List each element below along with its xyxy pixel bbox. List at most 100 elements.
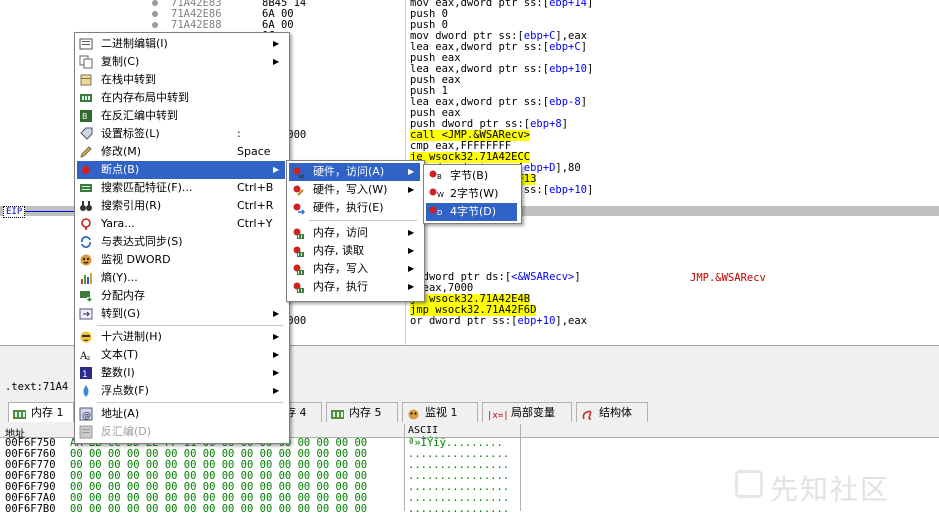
menu-item-11[interactable]: 与表达式同步(S) xyxy=(77,233,285,251)
menu-item-label: 十六进制(H) xyxy=(101,330,162,343)
menu-item-8[interactable]: 搜索匹配特征(F)... Ctrl+B xyxy=(77,179,285,197)
menu-item-label: 浮点数(F) xyxy=(101,384,149,397)
integer-icon: 1 xyxy=(79,366,93,380)
bp-submenu-item-1[interactable]: 硬件，写入(W) ▶ xyxy=(289,181,420,199)
bp-submenu-item-4[interactable]: 内存, 读取 ▶ xyxy=(289,242,420,260)
breakpoint-submenu: 硬件，访问(A) ▶ 硬件，写入(W) ▶ 硬件，执行(E) 内存，访问 ▶ 内存, 读取 ▶ 内… xyxy=(286,160,425,302)
size-submenu-item-2[interactable]: D 4字节(D) xyxy=(426,203,517,221)
disasm-goto-icon: B xyxy=(79,109,93,123)
size-badge: D xyxy=(437,209,443,217)
menu-item-13[interactable]: 熵(Y)... xyxy=(77,269,285,287)
submenu-arrow-icon: ▶ xyxy=(273,332,280,341)
size-submenu-item-1[interactable]: W 2字节(W) xyxy=(426,185,517,203)
stack-goto-icon xyxy=(79,73,93,87)
submenu-arrow-icon: ▶ xyxy=(408,246,415,255)
tab-struct[interactable]: 结构体 xyxy=(576,402,648,422)
menu-item-19[interactable]: 浮点数(F) ▶ xyxy=(77,382,285,400)
struct-icon xyxy=(581,407,594,420)
bp-submenu-item-5[interactable]: 内存，写入 ▶ xyxy=(289,260,420,278)
menu-item-shortcut: Ctrl+R xyxy=(237,199,274,212)
memory-icon xyxy=(331,407,344,419)
menu-item-0[interactable]: 二进制编辑(I) ▶ xyxy=(77,35,285,53)
menu-item-label: Yara... xyxy=(101,217,135,230)
watch-icon xyxy=(407,407,420,420)
submenu-arrow-icon: ▶ xyxy=(408,185,415,194)
submenu-arrow-icon: ▶ xyxy=(273,350,280,359)
menu-item-16[interactable]: 十六进制(H) ▶ xyxy=(77,328,285,346)
svg-text:@: @ xyxy=(82,411,91,421)
menu-item-9[interactable]: 搜索引用(R) Ctrl+R xyxy=(77,197,285,215)
menu-item-2[interactable]: 在栈中转到 xyxy=(77,71,285,89)
disasm-line[interactable]: 71A42E83 8B45 14 mov eax,dword ptr ss:[ebp… xyxy=(0,0,939,9)
dump-hex: 00 00 00 00 00 00 00 00 00 00 00 00 00 0… xyxy=(70,503,368,515)
watermark-logo xyxy=(735,470,763,498)
bp-submenu-item-3[interactable]: 内存，访问 ▶ xyxy=(289,224,420,242)
menu-item-7[interactable]: 断点(B) ▶ xyxy=(77,161,285,179)
menu-item-label: 硬件，访问(A) xyxy=(313,165,385,178)
menu-item-label: 监视 DWORD xyxy=(101,253,171,266)
menu-item-20[interactable]: @ 地址(A) xyxy=(77,405,285,423)
submenu-arrow-icon: ▶ xyxy=(408,167,415,176)
menu-item-18[interactable]: 1 整数(I) ▶ xyxy=(77,364,285,382)
tab-memory-1[interactable]: 内存 1 xyxy=(8,402,74,422)
menu-item-shortcut: Ctrl+B xyxy=(237,181,274,194)
submenu-arrow-icon: ▶ xyxy=(273,368,280,377)
menu-item-label: 内存, 读取 xyxy=(313,244,364,257)
tab-memory-5[interactable]: 内存 5 xyxy=(326,402,398,422)
yara-icon xyxy=(79,217,93,231)
menu-item-label: 内存，写入 xyxy=(313,262,368,275)
tab-watch-1[interactable]: 监视 1 xyxy=(402,402,478,422)
menu-item-1[interactable]: 复制(C) ▶ xyxy=(77,53,285,71)
locals-icon: |x=| xyxy=(487,407,509,421)
menu-item-label: 与表达式同步(S) xyxy=(101,235,183,248)
menu-item-5[interactable]: 设置标签(L): xyxy=(77,125,285,143)
menu-item-label: 分配内存 xyxy=(101,289,145,302)
eip-label: EIP xyxy=(3,206,26,218)
menu-item-4[interactable]: B 在反汇编中转到 xyxy=(77,107,285,125)
bp-submenu-item-0[interactable]: 硬件，访问(A) ▶ xyxy=(289,163,420,181)
menu-item-shortcut: Ctrl+Y xyxy=(237,217,273,230)
menu-item-label: 设置标签(L) xyxy=(101,127,160,140)
menu-item-17[interactable]: Az 文本(T) ▶ xyxy=(77,346,285,364)
menu-item-10[interactable]: Yara... Ctrl+Y xyxy=(77,215,285,233)
sync-icon xyxy=(79,235,93,249)
svg-text:1: 1 xyxy=(82,370,88,380)
menu-item-shortcut: Space xyxy=(237,145,271,158)
menu-item-label: 反汇编(D) xyxy=(101,425,152,438)
menu-item-label: 搜索引用(R) xyxy=(101,199,162,212)
disasm-line[interactable]: 71A42E86 6A 00 push 0 xyxy=(0,9,939,20)
watermark-text: 先知社区 xyxy=(770,473,891,506)
memory-icon xyxy=(13,407,26,419)
breakpoint-dot[interactable] xyxy=(152,0,158,6)
submenu-arrow-icon: ▶ xyxy=(408,264,415,273)
menu-item-3[interactable]: 在内存布局中转到 xyxy=(77,89,285,107)
size-submenu-item-0[interactable]: B 字节(B) xyxy=(426,167,517,185)
context-menu: 二进制编辑(I) ▶ 复制(C) ▶ 在栈中转到 在内存布局中转到 B 在反汇编中转到 设置标签… xyxy=(74,32,290,444)
section-address-label: .text:71A4 xyxy=(5,381,69,393)
alloc-memory-icon xyxy=(79,289,93,303)
size-badge: B xyxy=(437,173,442,181)
menu-item-21[interactable]: 反汇编(D) xyxy=(77,423,285,441)
menu-item-label: 地址(A) xyxy=(101,407,140,420)
svg-text:|x=|: |x=| xyxy=(487,411,507,420)
breakpoint-icon xyxy=(291,165,305,179)
tab-locals[interactable]: |x=| 局部变量 xyxy=(482,402,572,422)
bp-submenu-item-2[interactable]: 硬件，执行(E) xyxy=(289,199,420,217)
binoculars-icon xyxy=(79,199,93,213)
breakpoint-dot[interactable] xyxy=(152,22,158,28)
breakpoint-dot[interactable] xyxy=(152,11,158,17)
menu-item-label: 整数(I) xyxy=(101,366,135,379)
menu-item-label: 2字节(W) xyxy=(450,187,499,200)
eip-arrow xyxy=(24,211,74,212)
menu-item-6[interactable]: 修改(M) Space xyxy=(77,143,285,161)
bp-submenu-item-6[interactable]: 内存，执行 ▶ xyxy=(289,278,420,296)
menu-item-15[interactable]: 转到(G) ▶ xyxy=(77,305,285,323)
dump-ascii: ................ xyxy=(408,503,510,515)
menu-separator xyxy=(309,220,417,221)
menu-item-label: 内存，执行 xyxy=(313,280,368,293)
menu-item-label: 4字节(D) xyxy=(450,205,497,218)
tab-label: 内存 1 xyxy=(31,406,64,419)
breakpoint-icon xyxy=(291,201,306,215)
menu-item-14[interactable]: 分配内存 xyxy=(77,287,285,305)
menu-item-12[interactable]: 监视 DWORD xyxy=(77,251,285,269)
